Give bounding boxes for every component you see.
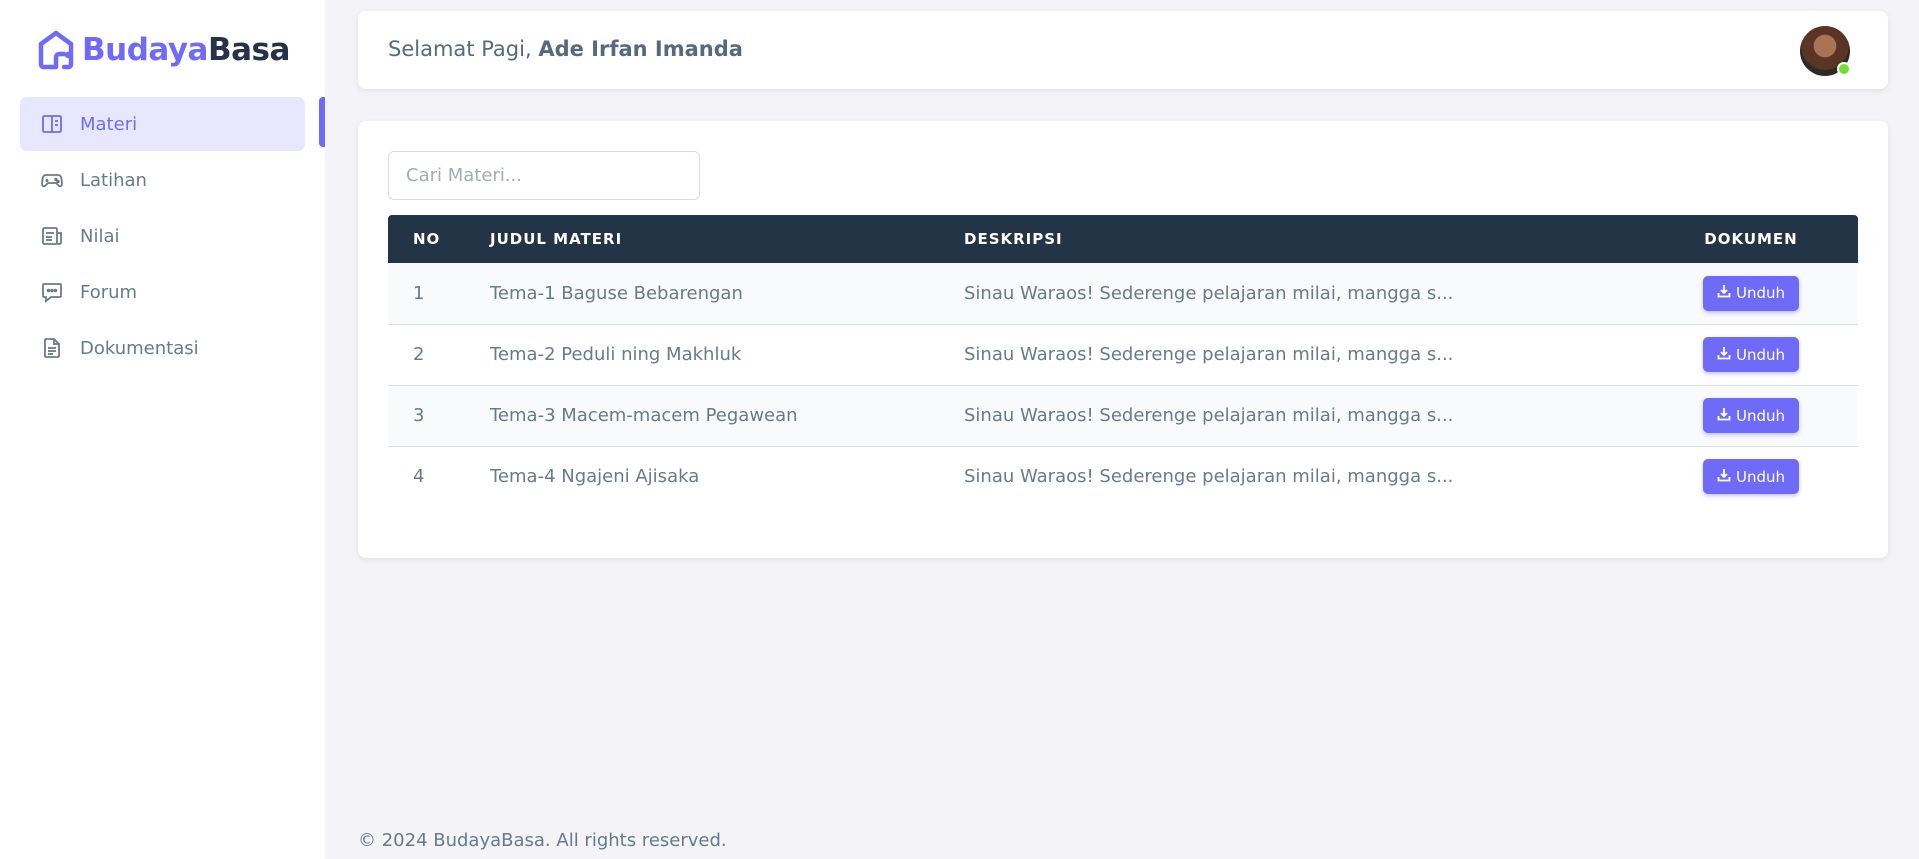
row-title: Tema-2 Peduli ning Makhluk — [490, 344, 742, 365]
sidebar: BudayaBasa Materi Latihan Nilai Forum Do… — [0, 0, 325, 859]
file-icon — [40, 336, 64, 360]
download-icon — [1717, 284, 1731, 302]
topbar: Selamat Pagi, Ade Irfan Imanda — [358, 11, 1888, 89]
footer-copyright: © 2024 BudayaBasa. All rights reserved. — [358, 830, 727, 851]
avatar[interactable] — [1800, 26, 1851, 76]
report-icon — [40, 224, 64, 248]
row-title: Tema-1 Baguse Bebarengan — [490, 282, 743, 304]
brand-name: BudayaBasa — [82, 32, 290, 68]
table-row: 1 Tema-1 Baguse Bebarengan Sinau Waraos!… — [388, 263, 1858, 324]
sidebar-item-materi[interactable]: Materi — [20, 97, 305, 151]
materi-table: NO JUDUL MATERI DESKRIPSI DOKUMEN 1 Tema… — [388, 215, 1858, 507]
column-header-document: DOKUMEN — [1704, 230, 1798, 248]
download-icon — [1717, 468, 1731, 486]
sidebar-item-label: Dokumentasi — [80, 337, 199, 359]
online-status-dot — [1837, 62, 1851, 76]
row-number: 3 — [413, 405, 425, 426]
row-description: Sinau Waraos! Sederenge pelajaran milai,… — [964, 405, 1454, 426]
greeting: Selamat Pagi, Ade Irfan Imanda — [388, 37, 743, 61]
row-number: 1 — [413, 282, 425, 304]
table-header-row: NO JUDUL MATERI DESKRIPSI DOKUMEN — [388, 215, 1858, 263]
sidebar-item-dokumentasi[interactable]: Dokumentasi — [20, 321, 305, 375]
column-header-no: NO — [413, 230, 441, 248]
brand[interactable]: BudayaBasa — [38, 30, 290, 70]
chat-icon — [40, 280, 64, 304]
active-indicator — [319, 97, 325, 147]
download-button[interactable]: Unduh — [1702, 337, 1800, 372]
sidebar-item-label: Materi — [80, 113, 138, 135]
row-description: Sinau Waraos! Sederenge pelajaran milai,… — [964, 466, 1454, 488]
sidebar-item-label: Nilai — [80, 225, 120, 247]
sidebar-menu: Materi Latihan Nilai Forum Dokumentasi — [20, 97, 305, 377]
sidebar-item-label: Forum — [80, 281, 138, 303]
download-icon — [1717, 346, 1731, 364]
sidebar-item-nilai[interactable]: Nilai — [20, 209, 305, 263]
search-input[interactable] — [388, 151, 700, 200]
sidebar-item-label: Latihan — [80, 169, 147, 191]
row-description: Sinau Waraos! Sederenge pelajaran milai,… — [964, 282, 1454, 304]
row-number: 4 — [413, 466, 425, 488]
gamepad-icon — [40, 168, 64, 192]
row-title: Tema-4 Ngajeni Ajisaka — [490, 466, 700, 488]
download-button[interactable]: Unduh — [1702, 275, 1800, 311]
materi-card: NO JUDUL MATERI DESKRIPSI DOKUMEN 1 Tema… — [358, 121, 1888, 558]
column-header-title: JUDUL MATERI — [490, 230, 623, 248]
row-number: 2 — [413, 344, 425, 365]
user-name: Ade Irfan Imanda — [538, 37, 743, 61]
logo-icon — [38, 30, 74, 70]
sidebar-item-forum[interactable]: Forum — [20, 265, 305, 319]
row-description: Sinau Waraos! Sederenge pelajaran milai,… — [964, 344, 1454, 365]
book-open-icon — [40, 112, 64, 136]
table-row: 4 Tema-4 Ngajeni Ajisaka Sinau Waraos! S… — [388, 446, 1858, 507]
download-button[interactable]: Unduh — [1702, 398, 1800, 433]
sidebar-item-latihan[interactable]: Latihan — [20, 153, 305, 207]
download-icon — [1717, 407, 1731, 425]
row-title: Tema-3 Macem-macem Pegawean — [490, 405, 798, 426]
column-header-description: DESKRIPSI — [964, 230, 1063, 248]
table-row: 2 Tema-2 Peduli ning Makhluk Sinau Warao… — [388, 324, 1858, 385]
download-button[interactable]: Unduh — [1702, 459, 1800, 495]
table-row: 3 Tema-3 Macem-macem Pegawean Sinau Wara… — [388, 385, 1858, 446]
